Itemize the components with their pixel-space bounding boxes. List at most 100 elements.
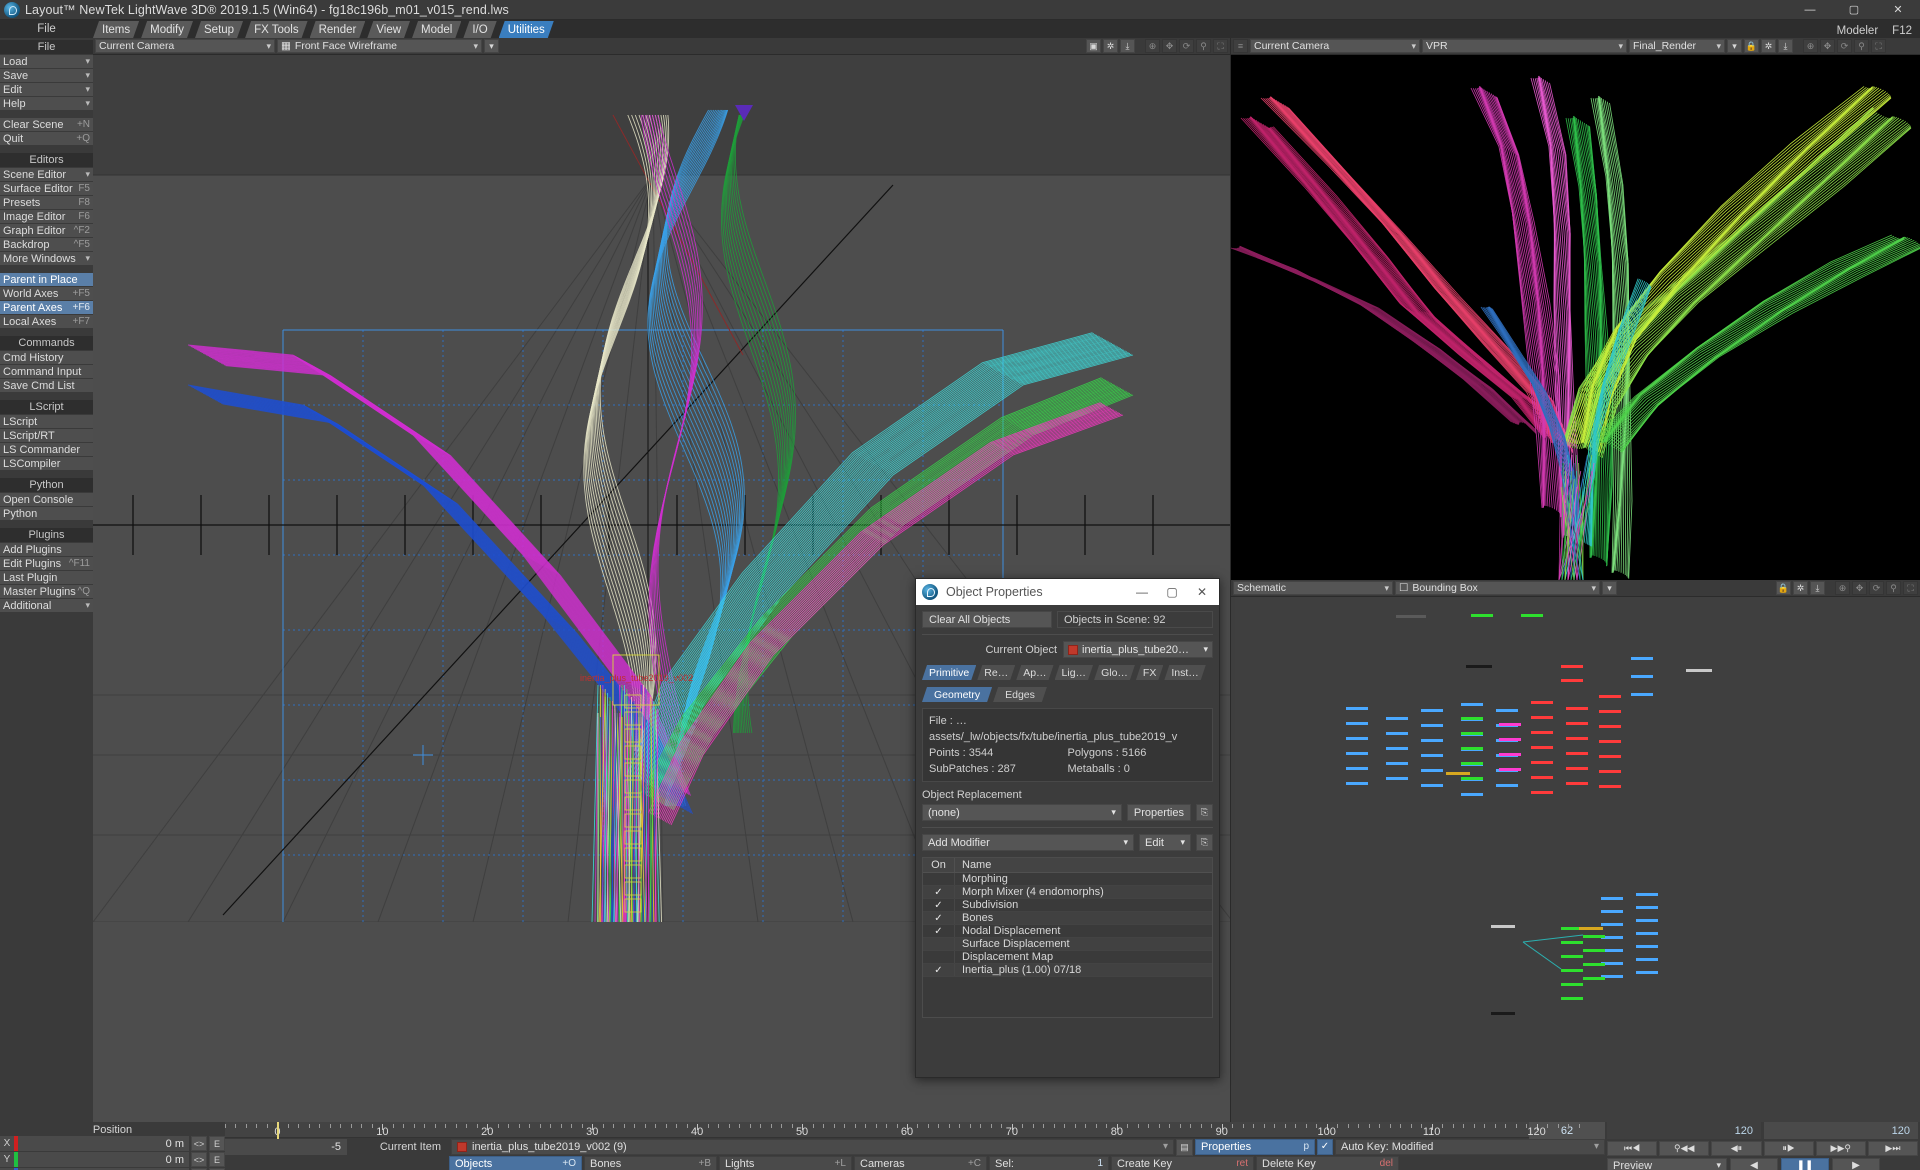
- timeline-start-frame[interactable]: -5: [225, 1138, 347, 1155]
- sidebar-item-local-axes[interactable]: Local Axes +F7: [0, 315, 93, 328]
- sidebar-item-ls-commander[interactable]: LS Commander: [0, 443, 93, 456]
- minimize-button[interactable]: —: [1788, 0, 1832, 20]
- modifier-row[interactable]: ✓ Nodal Displacement: [923, 925, 1212, 938]
- modifier-enabled-checkbox[interactable]: ✓: [923, 886, 955, 898]
- object-replacement-dropdown[interactable]: (none) ▾: [922, 804, 1122, 821]
- objprops-tab-2[interactable]: Ap…: [1016, 665, 1053, 680]
- schematic-view-dropdown[interactable]: Schematic ▾: [1233, 581, 1393, 595]
- sidebar-item-save[interactable]: Save ▾: [0, 69, 93, 82]
- transport-button-1[interactable]: ⚲◀◀: [1659, 1141, 1710, 1156]
- chevron-down-icon[interactable]: ▾: [1602, 581, 1617, 595]
- sidebar-item-cmd-history[interactable]: Cmd History: [0, 351, 93, 364]
- modifier-list[interactable]: On Name Morphing ✓ Morph Mixer (4 endomorp…: [922, 857, 1213, 1018]
- modifier-enabled-checkbox[interactable]: ✓: [923, 899, 955, 911]
- axis-value-x[interactable]: 0 m: [18, 1136, 189, 1151]
- objprops-tab-6[interactable]: Inst…: [1164, 665, 1205, 680]
- vpr-render-viewport[interactable]: [1231, 55, 1920, 580]
- axis-envelope-button[interactable]: E: [209, 1136, 225, 1151]
- sidebar-item-presets[interactable]: Presets F8: [0, 196, 93, 209]
- category-button-objects[interactable]: Objects +O: [449, 1155, 582, 1170]
- frame-end-value[interactable]: 120: [1607, 1122, 1761, 1139]
- vpr-mode-dropdown[interactable]: VPR ▾: [1422, 39, 1627, 53]
- rotate-icon[interactable]: ⟳: [1837, 39, 1852, 53]
- sidebar-item-backdrop[interactable]: Backdrop ^F5: [0, 238, 93, 251]
- zoom-icon[interactable]: ⚲: [1854, 39, 1869, 53]
- gear-icon[interactable]: ✲: [1761, 39, 1776, 53]
- sidebar-item-image-editor[interactable]: Image Editor F6: [0, 210, 93, 223]
- chevron-down-icon[interactable]: ▾: [484, 39, 499, 53]
- sidebar-item-help[interactable]: Help ▾: [0, 97, 93, 110]
- sidebar-item-python[interactable]: Python: [0, 507, 93, 520]
- sidebar-item-command-input[interactable]: Command Input: [0, 365, 93, 378]
- sidebar-item-save-cmd-list[interactable]: Save Cmd List: [0, 379, 93, 392]
- axis-expand-icon[interactable]: <>: [191, 1136, 207, 1151]
- category-button-bones[interactable]: Bones +B: [584, 1155, 717, 1170]
- move-icon[interactable]: ✥: [1852, 581, 1867, 595]
- axis-button-x[interactable]: X: [0, 1136, 14, 1151]
- modifier-enabled-checkbox[interactable]: [923, 938, 955, 950]
- modifier-enabled-checkbox[interactable]: [923, 951, 955, 963]
- modifier-row[interactable]: Morphing: [923, 873, 1212, 886]
- objprops-tab-0[interactable]: Primitive: [922, 665, 976, 680]
- clipboard-icon[interactable]: ⎘: [1196, 804, 1213, 821]
- tab-render[interactable]: Render: [310, 21, 366, 38]
- sidebar-item-add-plugins[interactable]: Add Plugins: [0, 543, 93, 556]
- vpr-preset-dropdown[interactable]: Final_Render ▾: [1629, 39, 1725, 53]
- sidebar-item-open-console[interactable]: Open Console: [0, 493, 93, 506]
- zoom-icon[interactable]: ⚲: [1196, 39, 1211, 53]
- sidebar-item-graph-editor[interactable]: Graph Editor ^F2: [0, 224, 93, 237]
- modifier-edit-dropdown[interactable]: Edit ▾: [1139, 834, 1191, 851]
- lock-icon[interactable]: 🔒: [1744, 39, 1759, 53]
- schematic-viewport[interactable]: [1231, 597, 1920, 1122]
- lock-icon[interactable]: 🔒: [1776, 581, 1791, 595]
- vpr-camera-dropdown[interactable]: Current Camera ▾: [1250, 39, 1420, 53]
- sidebar-item-parent-in-place[interactable]: Parent in Place: [0, 273, 93, 286]
- timeline-playhead[interactable]: [277, 1122, 280, 1139]
- schematic-display-dropdown[interactable]: ☐ Bounding Box ▾: [1395, 581, 1600, 595]
- transport-button-5[interactable]: ▶⏭: [1867, 1141, 1919, 1156]
- timeline-scrubber[interactable]: 62 0102030405060708090100110120: [225, 1122, 1605, 1139]
- modifier-row[interactable]: ✓ Bones: [923, 912, 1212, 925]
- sidebar-item-clear-scene[interactable]: Clear Scene +N: [0, 118, 93, 131]
- zoom-icon[interactable]: ⚲: [1886, 581, 1901, 595]
- modifier-enabled-checkbox[interactable]: ✓: [923, 964, 955, 976]
- maximize-viewport-icon[interactable]: ⛶: [1903, 581, 1918, 595]
- sidebar-item-world-axes[interactable]: World Axes +F5: [0, 287, 93, 300]
- objprops-subtab-geometry[interactable]: Geometry: [922, 687, 992, 702]
- sidebar-item-lscript-rt[interactable]: LScript/RT: [0, 429, 93, 442]
- play-backward-button[interactable]: ◀: [1730, 1158, 1778, 1170]
- properties-button[interactable]: Properties p: [1195, 1138, 1315, 1155]
- play-forward-button[interactable]: ▶: [1832, 1158, 1880, 1170]
- sidebar-item-additional[interactable]: Additional ▾: [0, 599, 93, 612]
- modifier-row[interactable]: Displacement Map: [923, 951, 1212, 964]
- viewport-camera-dropdown[interactable]: Current Camera ▾: [95, 39, 275, 53]
- export-icon[interactable]: ⤓: [1120, 39, 1135, 53]
- axis-button-y[interactable]: Y: [0, 1152, 14, 1167]
- rotate-icon[interactable]: ⟳: [1179, 39, 1194, 53]
- tab-utilities[interactable]: Utilities: [499, 21, 554, 38]
- add-modifier-dropdown[interactable]: Add Modifier ▾: [922, 834, 1134, 851]
- sidebar-item-edit[interactable]: Edit ▾: [0, 83, 93, 96]
- clipboard-icon[interactable]: ⎘: [1196, 834, 1213, 851]
- sidebar-item-surface-editor[interactable]: Surface Editor F5: [0, 182, 93, 195]
- sidebar-item-load[interactable]: Load ▾: [0, 55, 93, 68]
- camera-icon[interactable]: ▣: [1086, 39, 1101, 53]
- chevron-down-icon[interactable]: ▾: [1727, 39, 1742, 53]
- move-icon[interactable]: ✥: [1162, 39, 1177, 53]
- gear-icon[interactable]: ✲: [1103, 39, 1118, 53]
- objprops-tab-4[interactable]: Glo…: [1094, 665, 1135, 680]
- tab-i-o[interactable]: I/O: [463, 21, 496, 38]
- close-button[interactable]: ✕: [1876, 0, 1920, 20]
- maximize-viewport-icon[interactable]: ⛶: [1871, 39, 1886, 53]
- export-icon[interactable]: ⤓: [1810, 581, 1825, 595]
- auto-key-checkbox[interactable]: ✓: [1317, 1138, 1333, 1155]
- category-button-lights[interactable]: Lights +L: [719, 1155, 852, 1170]
- object-properties-close-button[interactable]: ✕: [1187, 580, 1217, 604]
- object-properties-maximize-button[interactable]: ▢: [1157, 580, 1187, 604]
- sidebar-item-quit[interactable]: Quit +Q: [0, 132, 93, 145]
- modifier-row[interactable]: Surface Displacement: [923, 938, 1212, 951]
- pause-button[interactable]: ❚❚: [1781, 1158, 1829, 1170]
- maximize-button[interactable]: ▢: [1832, 0, 1876, 20]
- tab-fx-tools[interactable]: FX Tools: [245, 21, 308, 38]
- frame-end-value-2[interactable]: 120: [1764, 1122, 1918, 1139]
